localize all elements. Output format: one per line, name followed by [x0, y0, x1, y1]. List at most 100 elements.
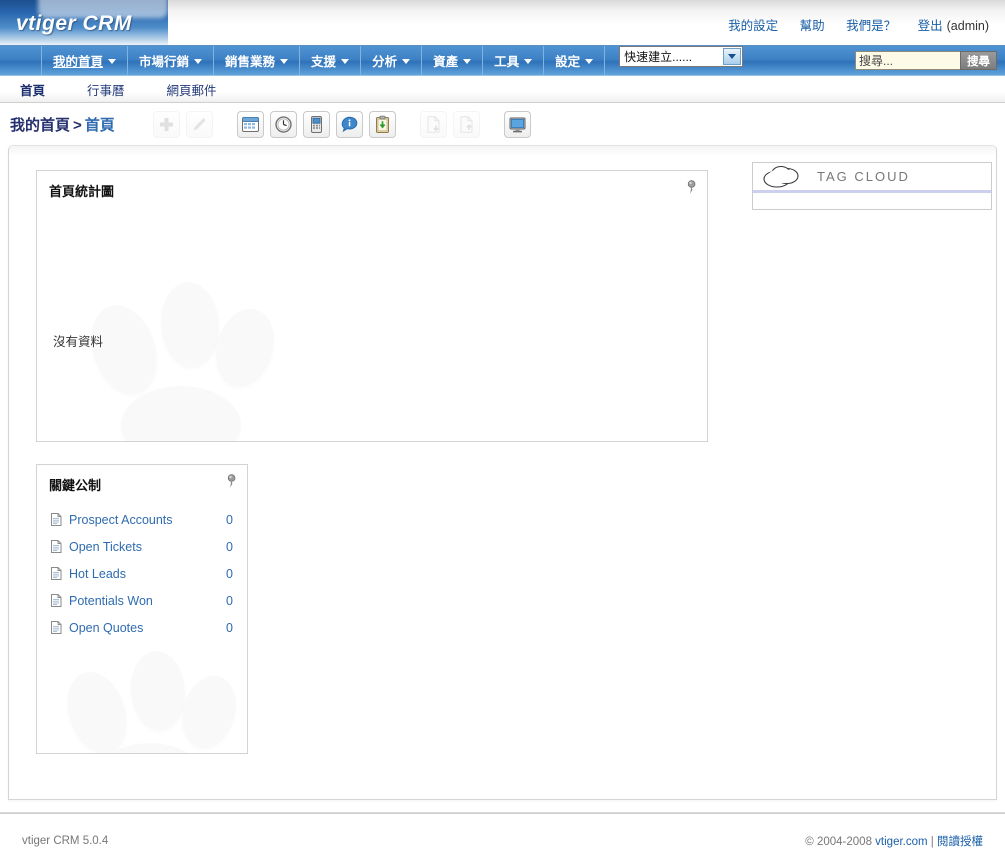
document-icon — [51, 594, 62, 607]
chevron-down-icon — [280, 59, 289, 64]
vtiger-site-link[interactable]: vtiger.com — [875, 836, 927, 848]
device-icon[interactable] — [302, 110, 330, 138]
metric-value: 0 — [226, 539, 233, 554]
dashboard-right-column: TAG CLOUD — [752, 162, 992, 210]
metric-value: 0 — [226, 512, 233, 527]
toolbar-group-display — [503, 110, 531, 138]
home-chart-title: 首頁統計圖 — [49, 184, 115, 199]
menu-item-inventory[interactable]: 資產 — [422, 46, 484, 75]
monitor-icon[interactable] — [503, 110, 531, 138]
breadcrumb-parent[interactable]: 我的首頁 — [10, 117, 70, 134]
menu-item-support[interactable]: 支援 — [300, 46, 362, 75]
calendar-icon[interactable] — [236, 110, 264, 138]
my-settings-link[interactable]: 我的設定 — [728, 19, 778, 33]
tag-cloud-body — [753, 193, 991, 207]
footer-right: © 2004-2008 vtiger.com | 閱讀授權 — [805, 833, 983, 849]
import-document-icon — [419, 110, 447, 138]
pin-icon[interactable] — [685, 180, 698, 195]
list-item[interactable]: Potentials Won 0 — [37, 587, 247, 614]
metric-label[interactable]: Open Tickets — [69, 540, 215, 554]
subnav-item-home[interactable]: 首頁 — [20, 80, 45, 99]
quick-create-arrow[interactable] — [723, 48, 742, 65]
metric-label[interactable]: Hot Leads — [69, 567, 215, 581]
main-menu-bar: 我的首頁 市場行銷 銷售業務 支援 分析 資產 工具 設定 快速建立......… — [0, 46, 1005, 76]
menu-item-home-label: 我的首頁 — [53, 55, 104, 69]
chevron-down-icon — [585, 59, 594, 64]
tag-cloud-panel: TAG CLOUD — [752, 162, 992, 210]
search-input[interactable]: 搜尋... — [855, 51, 960, 70]
copyright-label: © 2004-2008 — [805, 836, 872, 848]
metric-value: 0 — [226, 566, 233, 581]
dashboard-content: 首頁統計圖 沒有資料 關鍵公制 Prospect Accounts 0 Open… — [8, 145, 997, 800]
dashboard-left-column: 首頁統計圖 沒有資料 關鍵公制 Prospect Accounts 0 Open… — [36, 170, 708, 754]
list-item[interactable]: Open Tickets 0 — [37, 533, 247, 560]
chevron-down-icon — [341, 59, 350, 64]
chevron-down-icon — [108, 59, 117, 64]
key-metrics-title: 關鍵公制 — [49, 478, 102, 493]
footer-separator: | — [930, 836, 934, 848]
chevron-down-icon — [728, 54, 737, 59]
list-item[interactable]: Open Quotes 0 — [37, 614, 247, 641]
toolbar-group-transfer — [419, 110, 480, 138]
menu-item-marketing-label: 市場行銷 — [139, 55, 190, 69]
metric-value: 0 — [226, 620, 233, 635]
breadcrumb-toolbar-row: 我的首頁 > 首頁 — [0, 103, 1005, 145]
clipboard-icon[interactable] — [368, 110, 396, 138]
chevron-down-icon — [524, 59, 533, 64]
pin-icon[interactable] — [225, 474, 238, 489]
tag-cloud-header: TAG CLOUD — [753, 163, 991, 193]
home-chart-empty-text: 沒有資料 — [53, 335, 104, 349]
key-metrics-header: 關鍵公制 — [37, 465, 247, 500]
toolbar-group-modules — [236, 110, 396, 138]
chat-bubble-icon[interactable] — [335, 110, 363, 138]
menu-item-tools[interactable]: 工具 — [483, 46, 545, 75]
menu-item-tools-label: 工具 — [494, 55, 520, 69]
sub-navigation: 首頁 行事曆 網頁郵件 — [0, 76, 1005, 103]
metric-label[interactable]: Potentials Won — [69, 594, 215, 608]
version-label: vtiger CRM 5.0.4 — [22, 835, 109, 847]
list-item[interactable]: Hot Leads 0 — [37, 560, 247, 587]
chevron-down-icon — [194, 59, 203, 64]
menu-item-analytics-label: 分析 — [372, 55, 398, 69]
menu-item-marketing[interactable]: 市場行銷 — [128, 46, 215, 75]
breadcrumb: 我的首頁 > 首頁 — [10, 114, 115, 135]
metric-label[interactable]: Open Quotes — [69, 621, 215, 635]
search-button[interactable]: 搜尋 — [960, 51, 997, 70]
current-user-label: (admin) — [946, 19, 989, 33]
menu-item-settings[interactable]: 設定 — [544, 46, 606, 75]
clock-icon[interactable] — [269, 110, 297, 138]
cloud-icon — [763, 165, 799, 188]
about-us-link[interactable]: 我們是？ — [846, 19, 896, 33]
help-link[interactable]: 幫助 — [800, 19, 825, 33]
document-icon — [51, 567, 62, 580]
global-search: 搜尋... 搜尋 — [855, 51, 997, 70]
document-icon — [51, 540, 62, 553]
subnav-item-webmail[interactable]: 網頁郵件 — [167, 80, 217, 99]
footer-divider — [0, 812, 1005, 814]
tag-cloud-title: TAG CLOUD — [817, 169, 910, 184]
app-header: vtiger CRM 我的設定 幫助 我們是？ 登出 (admin) — [0, 0, 1005, 46]
export-document-icon — [452, 110, 480, 138]
quick-create-dropdown[interactable]: 快速建立...... — [619, 46, 744, 75]
menubar-right-group: 搜尋... 搜尋 — [855, 46, 1005, 75]
menu-item-sales[interactable]: 銷售業務 — [214, 46, 301, 75]
list-item[interactable]: Prospect Accounts 0 — [37, 506, 247, 533]
add-icon — [152, 110, 180, 138]
menu-item-analytics[interactable]: 分析 — [361, 46, 423, 75]
menu-item-support-label: 支援 — [311, 55, 337, 69]
key-metrics-panel: 關鍵公制 Prospect Accounts 0 Open Tickets 0 … — [36, 464, 248, 754]
subnav-item-calendar[interactable]: 行事曆 — [87, 80, 125, 99]
logo-tab: vtiger CRM — [0, 0, 168, 45]
menu-item-settings-label: 設定 — [555, 55, 581, 69]
metric-value: 0 — [226, 593, 233, 608]
breadcrumb-current: 首頁 — [84, 116, 115, 134]
metric-label[interactable]: Prospect Accounts — [69, 513, 215, 527]
document-icon — [51, 513, 62, 526]
license-link[interactable]: 閱讀授權 — [937, 836, 983, 848]
home-chart-panel: 首頁統計圖 沒有資料 — [36, 170, 708, 442]
document-icon — [51, 621, 62, 634]
module-toolbar — [152, 110, 531, 138]
menu-item-home[interactable]: 我的首頁 — [42, 46, 129, 75]
logout-link[interactable]: 登出 — [918, 19, 943, 33]
menu-left-spacer — [0, 46, 42, 75]
